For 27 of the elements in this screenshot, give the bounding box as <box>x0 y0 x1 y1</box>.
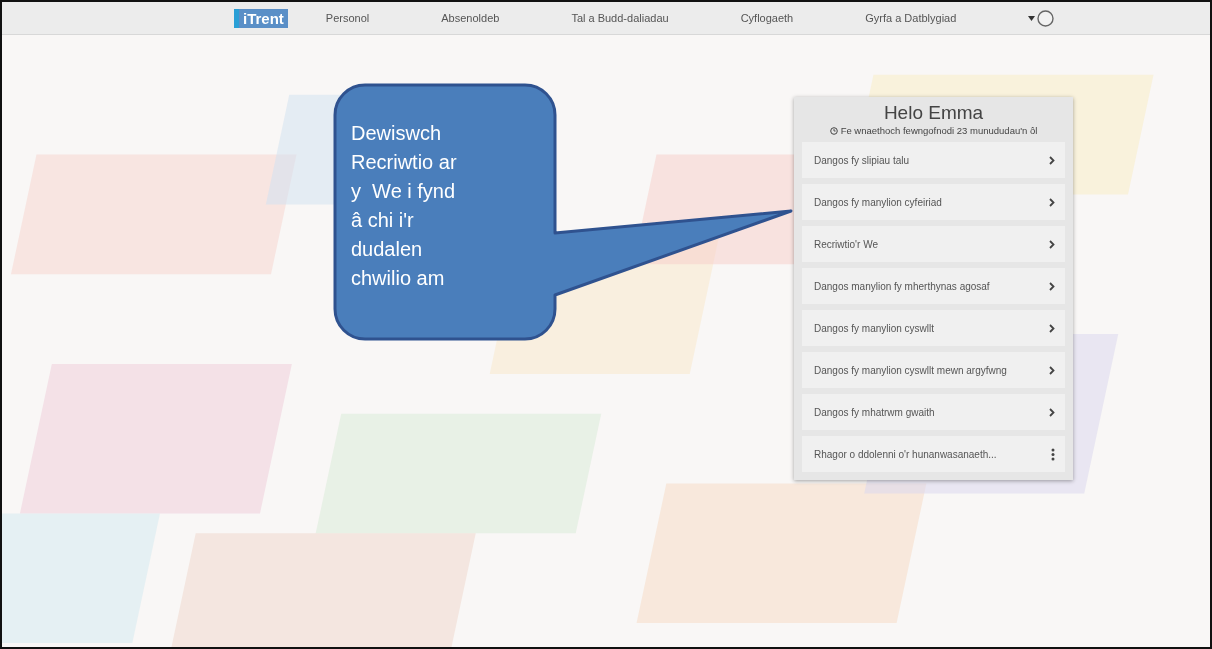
clock-icon <box>829 126 838 135</box>
callout-text: Dewiswch Recriwtio ar y We i fynd â chi i'r dudalen chwilio am <box>351 121 458 291</box>
menu-link[interactable]: Recriwtio'r We <box>802 226 1065 262</box>
nav-link[interactable]: Absenoldeb <box>441 12 500 24</box>
chevron-right-icon <box>1049 239 1055 249</box>
chevron-right-icon <box>1049 323 1055 333</box>
chevron-right-icon <box>1049 155 1055 165</box>
menu-link[interactable]: Dangos fy mhatrwm gwaith <box>802 394 1065 430</box>
nav-link[interactable]: Personol <box>325 12 370 24</box>
chevron-right-icon <box>1049 197 1055 207</box>
nav-link[interactable]: Gyrfa a Datblygiad <box>865 12 957 24</box>
avatar-icon[interactable] <box>1037 9 1055 27</box>
nav-link[interactable]: Cyflogaeth <box>740 12 794 24</box>
last-login-text: Fe wnaethoch fewngofnodi 23 munududau'n ôl <box>840 125 1038 136</box>
menu-link[interactable]: Dangos fy manylion cyswllt mewn argyfwng <box>802 352 1065 388</box>
caret-icon[interactable] <box>1028 15 1036 21</box>
chevron-right-icon <box>1049 407 1055 417</box>
menu-link[interactable]: Dangos fy manylion cyfeiriad <box>802 184 1065 220</box>
more-icon <box>1051 447 1055 461</box>
nav-link[interactable]: Tal a Budd-daliadau <box>571 12 669 24</box>
menu-link[interactable]: Dangos manylion fy mherthynas agosaf <box>802 268 1065 304</box>
menu-link[interactable]: Dangos fy manylion cyswllt <box>802 310 1065 346</box>
chevron-right-icon <box>1049 281 1055 291</box>
greeting-title: Helo Emma <box>882 103 985 123</box>
chevron-right-icon <box>1049 365 1055 375</box>
menu-link[interactable]: Rhagor o ddolenni o'r hunanwasanaeth... <box>802 436 1065 472</box>
menu-link[interactable]: Dangos fy slipiau talu <box>802 142 1065 178</box>
